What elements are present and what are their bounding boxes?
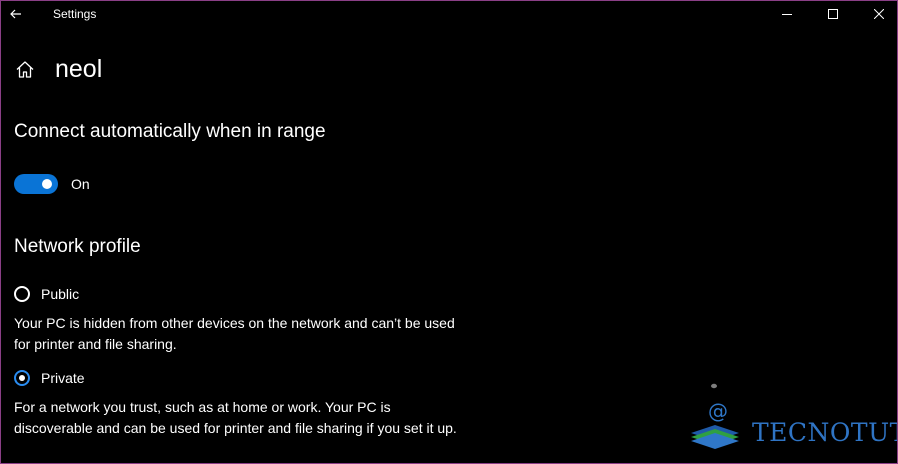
settings-window: Settings neol Connect automatically when…: [0, 0, 898, 464]
minimize-button[interactable]: [764, 1, 810, 27]
public-radio-option[interactable]: Public: [14, 286, 79, 302]
close-button[interactable]: [856, 1, 897, 27]
public-description: Your PC is hidden from other devices on …: [14, 315, 455, 352]
public-radio-button[interactable]: [14, 286, 30, 302]
close-icon: [874, 9, 884, 19]
watermark: @ TECNOTUTO: [687, 381, 897, 459]
back-arrow-icon: [10, 9, 21, 19]
private-radio-label: Private: [41, 370, 85, 386]
maximize-button[interactable]: [810, 1, 856, 27]
title-bar: Settings: [1, 1, 897, 27]
page-header: neol: [13, 55, 102, 84]
toggle-knob: [42, 179, 52, 189]
page-title: neol: [55, 55, 103, 83]
public-radio-label: Public: [41, 286, 80, 302]
connect-automatically-setting: On: [14, 174, 90, 194]
watermark-logo-icon: @: [691, 383, 739, 449]
private-radio-button[interactable]: [14, 370, 30, 386]
radio-selected-dot: [19, 375, 25, 381]
connect-automatically-toggle[interactable]: [14, 174, 58, 194]
app-title: Settings: [53, 7, 97, 21]
toggle-state-label: On: [71, 176, 90, 192]
minimize-icon: [782, 14, 792, 15]
network-profile-heading: Network profile: [14, 236, 141, 257]
private-radio-option[interactable]: Private: [14, 370, 85, 386]
connect-automatically-heading: Connect automatically when in range: [14, 121, 326, 142]
home-button[interactable]: [13, 58, 37, 82]
svg-text:@: @: [708, 399, 728, 423]
watermark-text: TECNOTUTO: [752, 418, 897, 447]
back-button[interactable]: [1, 1, 31, 27]
home-icon: [16, 61, 34, 78]
maximize-icon: [828, 9, 838, 19]
private-description: For a network you trust, such as at home…: [14, 399, 457, 436]
